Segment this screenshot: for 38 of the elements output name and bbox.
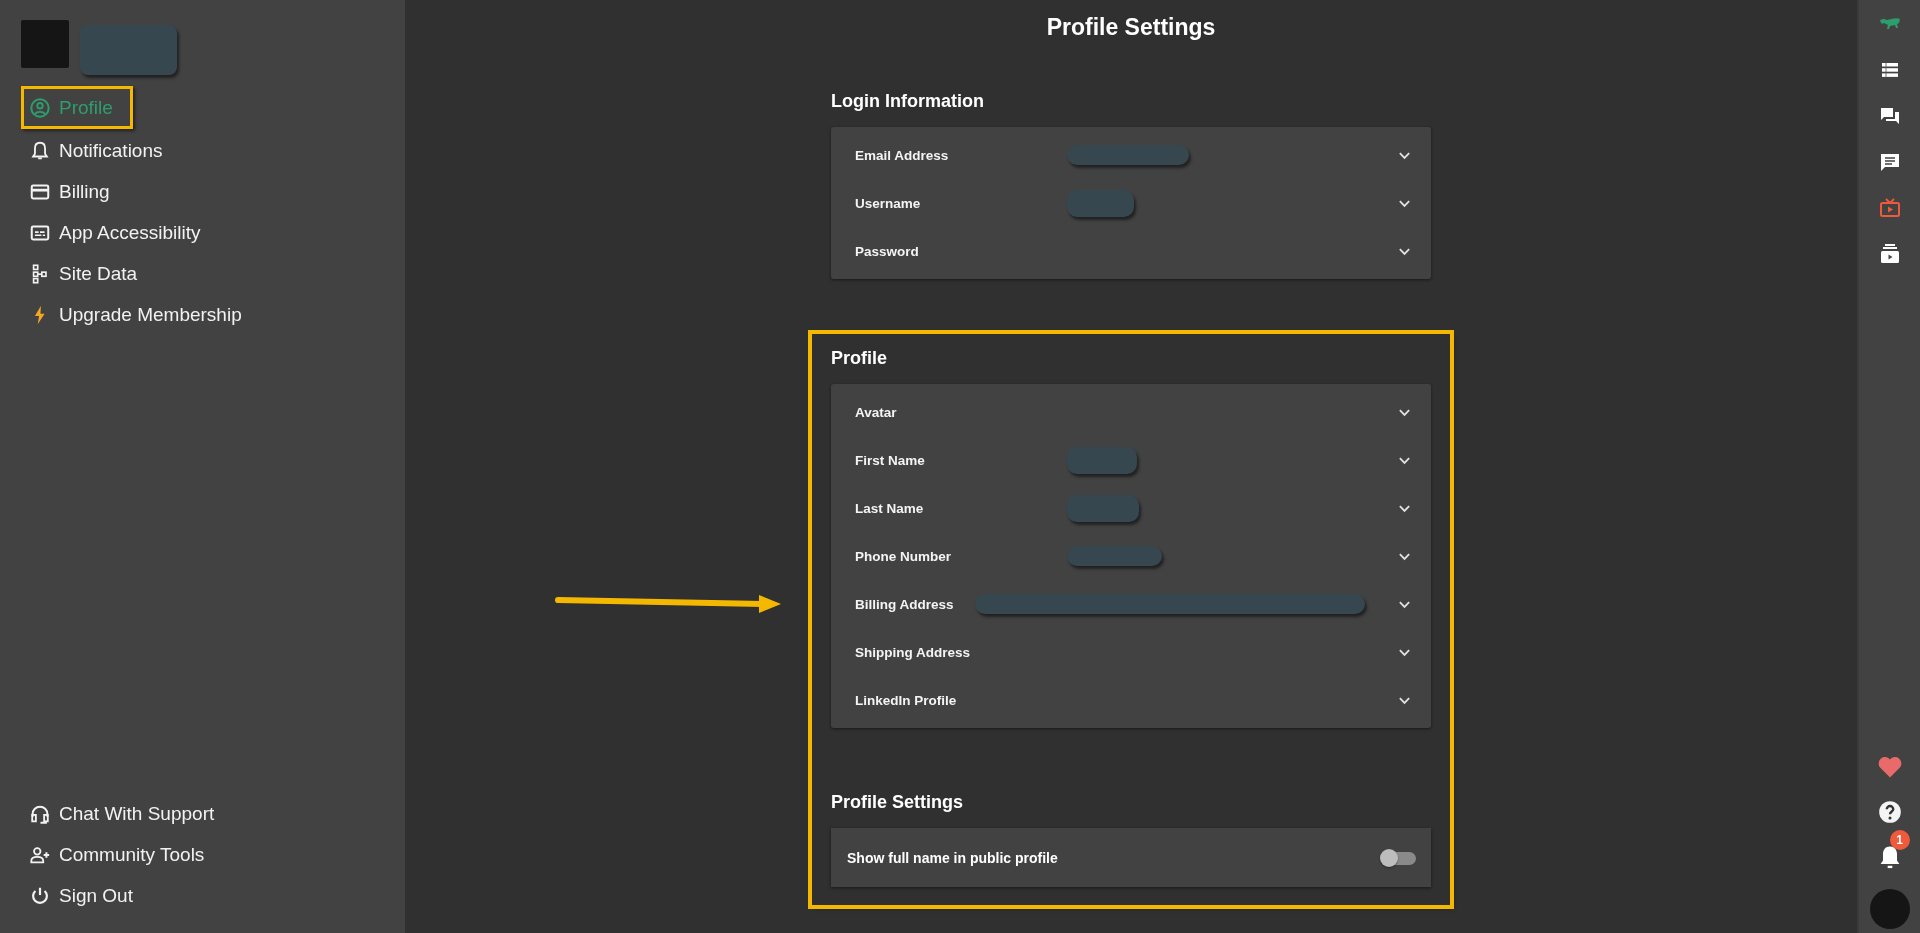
- sidebar-item[interactable]: App Accessibility: [21, 213, 217, 252]
- section-heading: Profile Settings: [831, 791, 965, 814]
- sidebar-item[interactable]: Billing: [21, 172, 126, 211]
- sidebar-item[interactable]: Community Tools: [21, 835, 221, 874]
- field-label: First Name: [855, 452, 926, 468]
- page-title: Profile Settings: [1046, 14, 1216, 41]
- expandable-row[interactable]: Phone Number: [831, 532, 1431, 580]
- expandable-row[interactable]: Avatar: [831, 388, 1431, 436]
- field-label: Avatar: [855, 404, 898, 420]
- field-label: Billing Address: [855, 596, 955, 612]
- section-heading: Login Information: [831, 90, 985, 113]
- profile-icon: [29, 96, 51, 119]
- tv-play-icon[interactable]: [1877, 196, 1902, 220]
- expandable-row[interactable]: Email Address: [831, 131, 1431, 179]
- field-label: Password: [855, 243, 920, 259]
- sidebar-item[interactable]: Sign Out: [21, 876, 149, 915]
- setting-label: Show full name in public profile: [847, 849, 1059, 866]
- sidebar-item[interactable]: Upgrade Membership: [21, 295, 258, 334]
- expandable-row[interactable]: Billing Address: [831, 580, 1431, 628]
- field-label: Email Address: [855, 147, 950, 163]
- bell-icon: [29, 139, 51, 162]
- help-icon[interactable]: [1876, 799, 1903, 825]
- expandable-row[interactable]: Last Name: [831, 484, 1431, 532]
- expandable-row[interactable]: LinkedIn Profile: [831, 676, 1431, 724]
- notification-badge: 1: [1889, 830, 1910, 850]
- expandable-row[interactable]: Password: [831, 227, 1431, 275]
- field-label: Phone Number: [855, 548, 952, 564]
- field-label: Last Name: [855, 500, 925, 516]
- sidebar-item[interactable]: Site Data: [21, 254, 154, 293]
- expandable-row[interactable]: Shipping Address: [831, 628, 1431, 676]
- field-label: LinkedIn Profile: [855, 692, 958, 708]
- sidebar-item[interactable]: Chat With Support: [21, 794, 231, 833]
- field-label: Shipping Address: [855, 644, 971, 660]
- expandable-row[interactable]: First Name: [831, 436, 1431, 484]
- expandable-row[interactable]: Username: [831, 179, 1431, 227]
- field-label: Username: [855, 195, 922, 211]
- sidebar-item[interactable]: Notifications: [21, 131, 179, 170]
- section-heading: Profile: [831, 347, 888, 370]
